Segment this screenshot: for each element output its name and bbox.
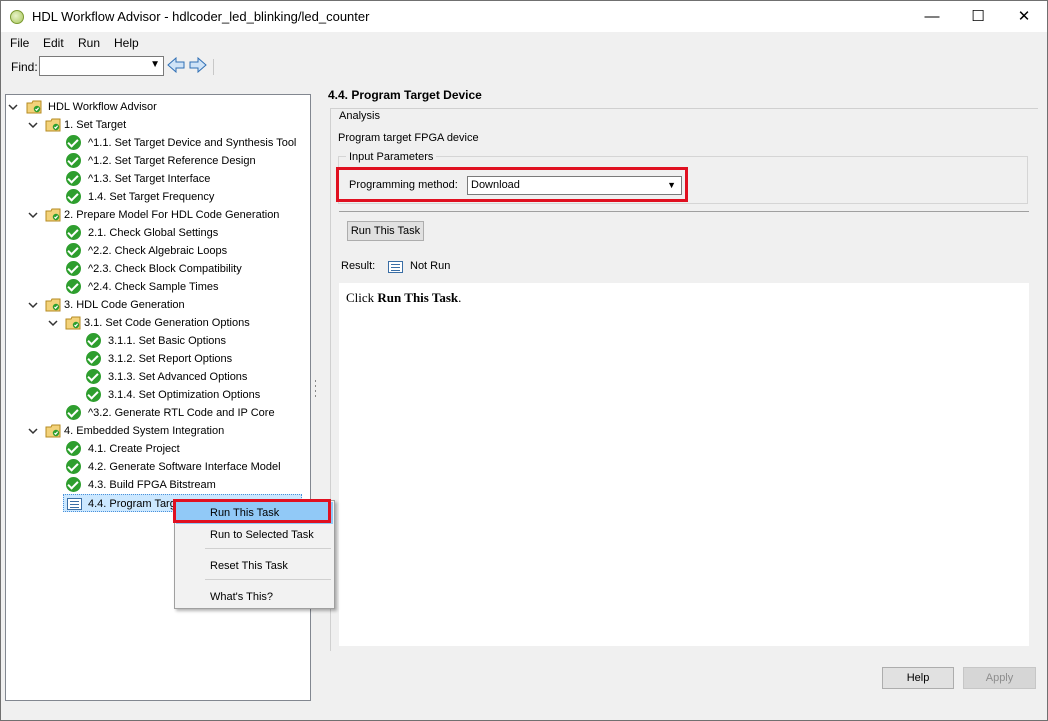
- toolbar-separator: [213, 59, 214, 75]
- check-icon: [86, 369, 101, 384]
- window-title: HDL Workflow Advisor - hdlcoder_led_blin…: [32, 9, 370, 24]
- result-text-suffix: .: [458, 290, 462, 305]
- chevron-down-icon[interactable]: ▼: [150, 59, 160, 70]
- context-reset-this-task[interactable]: Reset This Task: [176, 555, 333, 577]
- check-icon: [66, 153, 81, 168]
- context-menu: Run This Task Run to Selected Task Reset…: [174, 500, 335, 609]
- check-icon: [66, 189, 81, 204]
- context-run-this-task[interactable]: Run This Task: [176, 502, 333, 524]
- tree-item-label: ^1.3. Set Target Interface: [88, 173, 211, 185]
- analysis-label: Analysis: [337, 110, 382, 122]
- check-icon: [66, 459, 81, 474]
- divider: [339, 211, 1029, 212]
- menu-edit[interactable]: Edit: [43, 36, 64, 50]
- check-icon: [86, 333, 101, 348]
- result-text-bold: Run This Task: [377, 290, 459, 305]
- menu-file[interactable]: File: [10, 36, 29, 50]
- result-label: Result:: [341, 260, 376, 272]
- run-this-task-button[interactable]: Run This Task: [347, 221, 424, 241]
- find-label: Find:: [11, 60, 38, 74]
- task-detail-panel: 4.4. Program Target Device Analysis Prog…: [318, 79, 1047, 721]
- apply-button[interactable]: Apply: [963, 667, 1036, 689]
- programming-method-value: Download: [471, 179, 520, 191]
- check-icon: [66, 441, 81, 456]
- task-description: Program target FPGA device: [338, 132, 479, 144]
- context-run-to-selected-task[interactable]: Run to Selected Task: [176, 524, 333, 546]
- programming-method-select[interactable]: Download ▼: [467, 176, 682, 195]
- tree-item-label: ^3.2. Generate RTL Code and IP Core: [88, 407, 275, 419]
- find-input[interactable]: ▼: [39, 56, 164, 76]
- result-output-area: Click Run This Task.: [339, 283, 1029, 646]
- app-icon: [10, 10, 24, 24]
- check-icon: [86, 351, 101, 366]
- check-icon: [66, 243, 81, 258]
- result-text-prefix: Click: [346, 290, 378, 305]
- tree-item-label: 3.1.2. Set Report Options: [108, 353, 233, 365]
- tree-item-label: 4.2. Generate Software Interface Model: [88, 461, 281, 473]
- check-icon: [66, 225, 81, 240]
- context-separator: [205, 579, 331, 580]
- menu-bar: File Edit Run Help: [1, 34, 1047, 53]
- check-icon: [86, 387, 101, 402]
- result-status: Not Run: [410, 260, 451, 272]
- minimize-button[interactable]: —: [909, 1, 955, 32]
- check-icon: [66, 261, 81, 276]
- maximize-button[interactable]: ☐: [955, 1, 1001, 32]
- tree-item-label: 3.1. Set Code Generation Options: [84, 317, 250, 329]
- tree-item-label: 1. Set Target: [64, 119, 127, 131]
- tree-item-label: 3.1.4. Set Optimization Options: [108, 389, 261, 401]
- tree-item-label: 3.1.3. Set Advanced Options: [108, 371, 248, 383]
- splitter-handle[interactable]: [314, 379, 317, 399]
- tree-item-label: 2. Prepare Model For HDL Code Generation: [64, 209, 280, 221]
- tree-item-label: 3. HDL Code Generation: [64, 299, 185, 311]
- title-bar: HDL Workflow Advisor - hdlcoder_led_blin…: [1, 1, 1047, 32]
- tree-item-label: ^2.2. Check Algebraic Loops: [88, 245, 228, 257]
- menu-help[interactable]: Help: [114, 36, 139, 50]
- check-icon: [66, 477, 81, 492]
- chevron-down-icon: ▼: [667, 180, 676, 190]
- tree-item-label: 4.3. Build FPGA Bitstream: [88, 479, 216, 491]
- help-button[interactable]: Help: [882, 667, 954, 689]
- close-button[interactable]: ✕: [1001, 1, 1047, 32]
- task-title: 4.4. Program Target Device: [328, 88, 482, 102]
- task-tree[interactable]: HDL Workflow Advisor 1. Set Target ^1.1. S…: [5, 94, 311, 701]
- context-whats-this[interactable]: What's This?: [176, 586, 333, 608]
- task-status-icon: [388, 261, 403, 273]
- tree-item-label: 1.4. Set Target Frequency: [88, 191, 215, 203]
- tree-item-label: 4.1. Create Project: [88, 443, 180, 455]
- back-arrow-icon[interactable]: [167, 57, 185, 73]
- tree-item-label: ^2.4. Check Sample Times: [88, 281, 219, 293]
- tree-item-label: 3.1.1. Set Basic Options: [108, 335, 227, 347]
- check-icon: [66, 405, 81, 420]
- find-toolbar: Find: ▼: [1, 55, 1047, 77]
- input-parameters-label: Input Parameters: [346, 151, 437, 163]
- check-icon: [66, 279, 81, 294]
- tree-item-label: 4. Embedded System Integration: [64, 425, 225, 437]
- result-message: Click Run This Task.: [346, 290, 461, 306]
- menu-run[interactable]: Run: [78, 36, 100, 50]
- hdl-workflow-advisor-window: HDL Workflow Advisor - hdlcoder_led_blin…: [0, 0, 1048, 721]
- programming-method-label: Programming method:: [349, 179, 458, 191]
- check-icon: [66, 135, 81, 150]
- context-separator: [205, 548, 331, 549]
- forward-arrow-icon[interactable]: [189, 57, 207, 73]
- tree-item-label: ^1.2. Set Target Reference Design: [88, 155, 256, 167]
- tree-root-label: HDL Workflow Advisor: [48, 101, 157, 113]
- tree-item-label: 2.1. Check Global Settings: [88, 227, 219, 239]
- task-icon: [67, 498, 82, 510]
- tree-item-label: ^2.3. Check Block Compatibility: [88, 263, 242, 275]
- tree-item-label: ^1.1. Set Target Device and Synthesis To…: [88, 137, 297, 149]
- check-icon: [66, 171, 81, 186]
